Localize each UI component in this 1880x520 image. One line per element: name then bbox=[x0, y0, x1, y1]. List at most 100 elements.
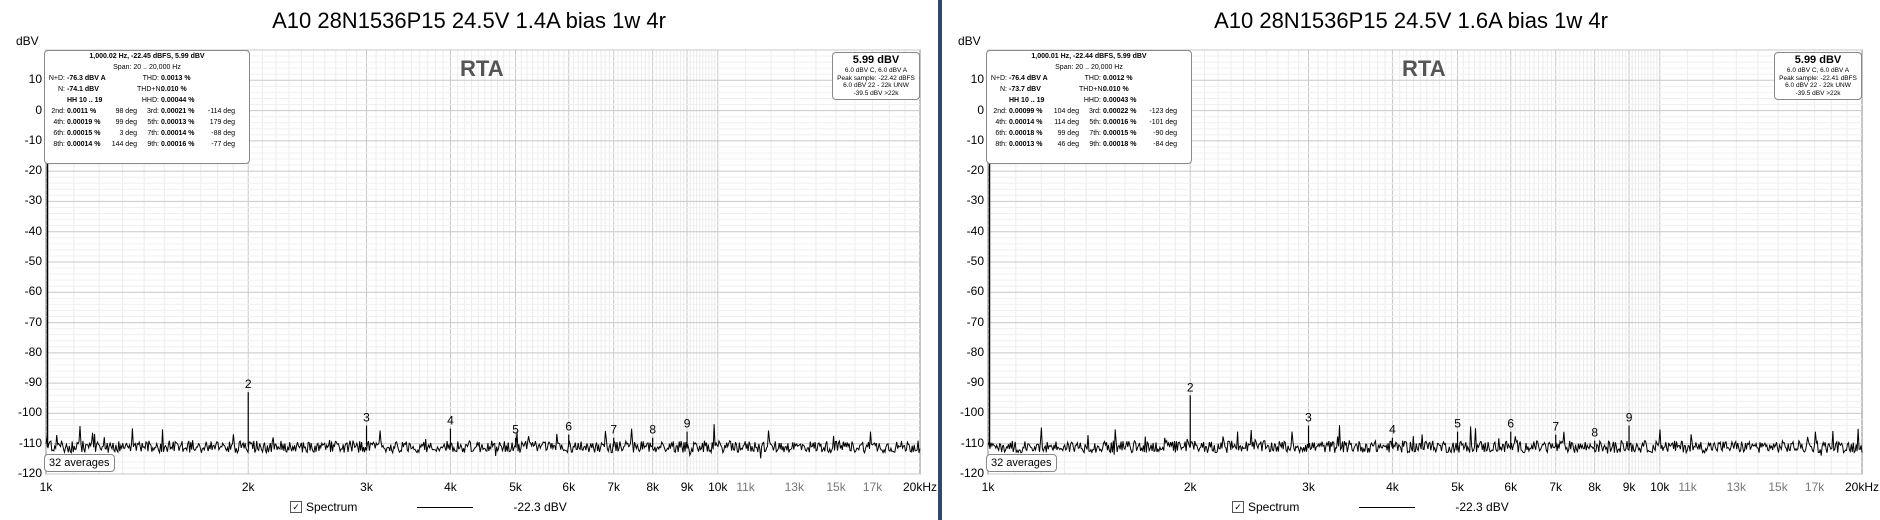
info-cell: THD: bbox=[1084, 75, 1101, 82]
info-cell: 3rd: bbox=[1088, 108, 1101, 115]
x-tick-label: 17k bbox=[862, 480, 883, 494]
spectrum-checkbox[interactable]: ✓ bbox=[290, 501, 302, 513]
x-tick-label: 6k bbox=[562, 480, 576, 494]
spectrum-checkbox[interactable]: ✓ bbox=[1232, 501, 1244, 513]
info-cell: HH 10 .. 19 bbox=[1009, 97, 1045, 104]
y-tick-label: -70 bbox=[24, 314, 42, 329]
info-cell: 3rd: bbox=[146, 108, 159, 115]
y-axis-label: dBV bbox=[958, 34, 981, 48]
info-cell: 0.00013 % bbox=[161, 119, 195, 126]
rta-watermark: RTA bbox=[460, 56, 504, 81]
info-cell: 104 deg bbox=[1053, 108, 1079, 115]
info-cell bbox=[1143, 73, 1177, 84]
info-cell: 179 deg bbox=[209, 119, 235, 126]
info-row: 6th: 0.00015 % 3 deg 7th: 0.00014 % -88 deg bbox=[45, 128, 249, 139]
info-row: 4th: 0.00014 % 114 deg 5th: 0.00016 % -101 de… bbox=[987, 117, 1191, 128]
legend-line-swatch bbox=[417, 506, 474, 508]
info-cell: N: bbox=[58, 86, 65, 93]
x-tick-label: 10k bbox=[1650, 480, 1670, 494]
level-line: 6.0 dBV C, 6.0 dBV A bbox=[844, 67, 908, 74]
y-tick-label: -110 bbox=[18, 435, 42, 450]
harmonic-label: 9 bbox=[684, 417, 691, 431]
info-cell: 0.00018 % bbox=[1103, 141, 1137, 148]
info-cell: 0.00043 % bbox=[1103, 97, 1137, 104]
harmonic-label: 4 bbox=[1389, 423, 1396, 437]
info-cell: 0.00014 % bbox=[67, 141, 101, 148]
level-line: Peak sample: -22.41 dBFS bbox=[1779, 74, 1857, 82]
info-cell: -101 deg bbox=[1149, 119, 1177, 126]
info-cell: 4th: bbox=[995, 119, 1007, 126]
info-cell: THD: bbox=[142, 75, 159, 82]
chart-title: A10 28N1536P15 24.5V 1.6A bias 1w 4r bbox=[1214, 8, 1608, 33]
info-cell: -76.4 dBV A bbox=[1009, 75, 1048, 82]
info-cell: 0.00016 % bbox=[161, 141, 195, 148]
x-tick-label: 11k bbox=[736, 480, 755, 494]
info-cell: -76.3 dBV A bbox=[67, 75, 106, 82]
legend-spectrum-label: Spectrum bbox=[1248, 500, 1300, 514]
info-cell: 0.00018 % bbox=[1009, 130, 1043, 137]
x-tick-label: 10k bbox=[708, 480, 728, 494]
info-cell: 2nd: bbox=[993, 108, 1007, 115]
x-tick-label: 8k bbox=[646, 480, 660, 494]
distortion-info-box: 1,000.02 Hz, -22.45 dBFS, 5.99 dBV Span:… bbox=[44, 50, 250, 164]
y-tick-label: -70 bbox=[966, 314, 984, 329]
level-box: 5.99 dBV 6.0 dBV C, 6.0 dBV A Peak sample… bbox=[1774, 52, 1862, 100]
y-tick-label: -30 bbox=[24, 193, 42, 208]
info-cell: 0.00013 % bbox=[1009, 141, 1043, 148]
y-tick-label: -100 bbox=[959, 405, 984, 420]
legend-value-label: -22.3 dBV bbox=[1455, 500, 1509, 514]
info-cell bbox=[111, 95, 137, 106]
y-tick-label: -50 bbox=[966, 254, 984, 268]
y-tick-label: -50 bbox=[24, 254, 42, 268]
info-row: 8th: 0.00013 % 46 deg 9th: 0.00018 % -84 deg bbox=[987, 139, 1191, 150]
chart-panel-right: 2 3 4 5 6 7 8 9 A10 28N1536P15 24.5V 1.6A bias 1… bbox=[942, 0, 1880, 520]
y-tick-label: 0 bbox=[977, 102, 984, 117]
info-cell: 99 deg bbox=[1057, 130, 1079, 137]
info-cell: THD+N: bbox=[137, 86, 163, 93]
x-tick-label: 5k bbox=[1451, 480, 1464, 494]
x-tick-label: 11k bbox=[1678, 480, 1697, 494]
y-tick-label: -20 bbox=[24, 163, 42, 178]
info-cell: 46 deg bbox=[1057, 141, 1079, 148]
x-tick-label: 17k bbox=[1804, 480, 1825, 494]
harmonic-label: 2 bbox=[1187, 380, 1194, 394]
chart-title: A10 28N1536P15 24.5V 1.4A bias 1w 4r bbox=[272, 8, 666, 33]
info-cell bbox=[111, 73, 137, 84]
info-cell: 0.00022 % bbox=[1103, 108, 1137, 115]
info-cell: 0.00015 % bbox=[67, 130, 101, 137]
info-cell: -74.1 dBV bbox=[67, 86, 99, 93]
info-cell: 7th: bbox=[1089, 130, 1101, 137]
info-cell: 0.00099 % bbox=[1009, 108, 1043, 115]
info-cell bbox=[201, 84, 235, 95]
info-cell: 0.0011 % bbox=[67, 108, 97, 115]
info-span: Span: 20 .. 20,000 Hz bbox=[113, 64, 181, 71]
y-tick-label: -110 bbox=[960, 435, 984, 450]
info-cell: 9th: bbox=[147, 141, 159, 148]
harmonic-label: 5 bbox=[1454, 417, 1461, 431]
legend-line-swatch bbox=[1359, 506, 1416, 508]
y-tick-label: -120 bbox=[959, 466, 984, 480]
info-cell: -77 deg bbox=[211, 141, 235, 148]
info-cell: 7th: bbox=[147, 130, 159, 137]
info-cell: 6th: bbox=[53, 130, 65, 137]
harmonic-label: 4 bbox=[447, 414, 454, 428]
level-lines: 6.0 dBV C, 6.0 dBV A Peak sample: -22.42 … bbox=[833, 67, 919, 97]
info-cell: 0.00044 % bbox=[161, 97, 195, 104]
y-tick-label: -40 bbox=[966, 223, 984, 238]
x-tick-label: 4k bbox=[444, 480, 457, 494]
level-line: -39.5 dBV >22k bbox=[853, 89, 899, 97]
y-tick-label: -60 bbox=[966, 284, 984, 299]
y-tick-label: -90 bbox=[24, 375, 42, 390]
harmonic-label: 3 bbox=[1305, 411, 1312, 425]
info-cell: 0.0012 % bbox=[1103, 75, 1133, 82]
info-cell bbox=[1053, 84, 1079, 95]
averages-badge: 32 averages bbox=[44, 454, 115, 472]
info-cell: HHD: bbox=[1083, 97, 1101, 104]
info-cell: 3 deg bbox=[119, 130, 137, 137]
harmonic-label: 2 bbox=[245, 377, 252, 391]
info-cell: 0.00016 % bbox=[1103, 119, 1137, 126]
info-cell: 114 deg bbox=[1054, 119, 1079, 126]
info-row: N: -74.1 dBV THD+N: 0.010 % bbox=[45, 84, 249, 95]
y-tick-label: -90 bbox=[966, 375, 984, 390]
harmonic-label: 6 bbox=[1507, 417, 1514, 431]
